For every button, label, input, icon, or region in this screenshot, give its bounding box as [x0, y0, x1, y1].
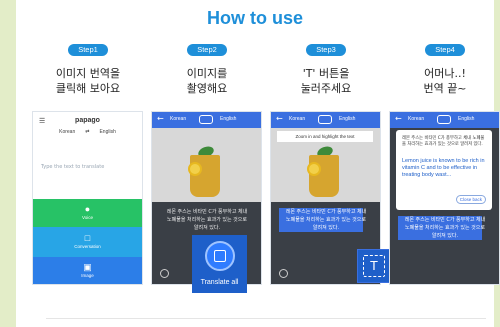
step-description: 이미지 번역을 클릭해 보아요: [30, 66, 146, 96]
step-badge: Step3: [306, 44, 346, 56]
phone-screenshot-main: ☰ papago Korean ⇄ English Type the text …: [32, 111, 143, 285]
target-language[interactable]: English: [458, 116, 474, 122]
phone-screenshot-result: ← Korean English 레몬 주스는 비타민 C가 풍부하고 체내 노…: [389, 111, 500, 285]
voice-label: Voice: [81, 215, 93, 220]
language-selector: Korean ⇄ English: [33, 129, 142, 135]
step-line: 촬영해요: [186, 82, 228, 95]
close-button[interactable]: Close back: [455, 195, 486, 204]
step-2: Step2 이미지를 촬영해요: [149, 44, 265, 96]
back-arrow-icon[interactable]: ←: [395, 114, 402, 123]
scan-icon: [214, 250, 226, 262]
source-language[interactable]: Korean: [170, 116, 186, 122]
step-line: 눌러주세요: [300, 82, 352, 95]
swap-icon[interactable]: ⇄: [85, 129, 89, 135]
step-line: 이미지를: [186, 67, 228, 80]
app-logo: papago: [75, 117, 100, 124]
step-3: Step3 'T' 버튼을 눌러주세요: [268, 44, 384, 96]
microphone-icon: ●: [84, 204, 91, 214]
step-badge: Step2: [187, 44, 227, 56]
captured-text: 레몬 주스는 비타민 C가 풍부하고 체내 노폐물을 처리하는 효과가 있는 것…: [285, 209, 367, 231]
swap-icon[interactable]: [199, 115, 213, 124]
swap-icon[interactable]: [437, 115, 451, 124]
step-line: 'T' 버튼을: [302, 67, 350, 80]
shutter-button[interactable]: [205, 241, 235, 271]
source-language[interactable]: Korean: [59, 129, 75, 135]
step-line: 클릭해 보아요: [55, 82, 121, 95]
source-language[interactable]: Korean: [408, 116, 424, 122]
lemon-slice: [307, 162, 321, 176]
conversation-label: Conversation: [74, 244, 101, 249]
step-line: 번역 끝~: [423, 82, 467, 95]
step-1: Step1 이미지 번역을 클릭해 보아요: [30, 44, 146, 96]
image-icon: ▣: [83, 262, 92, 272]
step-line: 어머나..!: [424, 67, 466, 80]
captured-text: 레몬 주스는 비타민 C가 풍부하고 체내 노폐물을 처리하는 효과가 있는 것…: [404, 217, 486, 239]
camera-preview: [152, 128, 261, 202]
conversation-button[interactable]: □ Conversation: [33, 227, 142, 257]
image-button[interactable]: ▣ Image: [33, 257, 142, 284]
conversation-icon: □: [84, 233, 91, 243]
text-input[interactable]: Type the text to translate: [41, 164, 104, 170]
step-description: 이미지를 촬영해요: [149, 66, 265, 96]
step-line: 이미지 번역을: [55, 67, 121, 80]
t-button-callout[interactable]: T: [357, 249, 391, 283]
translated-text: Lemon juice is known to be rich in vitam…: [402, 158, 485, 178]
zoom-tip: Zoom in and highlight the text: [277, 131, 373, 142]
target-language[interactable]: English: [99, 129, 115, 135]
translation-result-card: 레몬 주스는 비타민 C가 풍부하고 체내 노폐물을 처리하는 효과가 있는 것…: [396, 130, 492, 210]
image-label: Image: [81, 273, 94, 278]
target-language[interactable]: English: [220, 116, 236, 122]
top-bar: ← Korean English: [152, 112, 261, 128]
swap-icon[interactable]: [318, 115, 332, 124]
step-badge: Step4: [425, 44, 465, 56]
step-badge: Step1: [68, 44, 108, 56]
back-arrow-icon[interactable]: ←: [276, 114, 283, 123]
voice-button[interactable]: ● Voice: [33, 199, 142, 227]
source-text: 레몬 주스는 비타민 C가 풍부하고 체내 노폐물을 처리하는 효과가 있는 것…: [402, 136, 485, 147]
top-bar: ← Korean English: [390, 112, 499, 128]
target-language[interactable]: English: [339, 116, 355, 122]
source-language[interactable]: Korean: [289, 116, 305, 122]
captured-text: 레몬 주스는 비타민 C가 풍부하고 체내 노폐물을 처리하는 효과가 있는 것…: [166, 209, 248, 231]
text-t-icon: T: [363, 255, 385, 277]
back-arrow-icon[interactable]: ←: [157, 114, 164, 123]
gallery-icon[interactable]: [160, 269, 169, 278]
how-to-use-card: How to use Step1 이미지 번역을 클릭해 보아요 Step2 이…: [16, 0, 500, 327]
step-description: 어머나..! 번역 끝~: [387, 66, 500, 96]
gallery-icon[interactable]: [279, 269, 288, 278]
divider: [46, 318, 486, 319]
step-4: Step4 어머나..! 번역 끝~: [387, 44, 500, 96]
lemon-slice: [188, 162, 202, 176]
translate-all-callout[interactable]: Translate all: [192, 235, 247, 293]
translate-all-label: Translate all: [200, 279, 239, 286]
page-title: How to use: [206, 8, 303, 28]
top-bar: ← Korean English: [271, 112, 380, 128]
step-description: 'T' 버튼을 눌러주세요: [268, 66, 384, 96]
